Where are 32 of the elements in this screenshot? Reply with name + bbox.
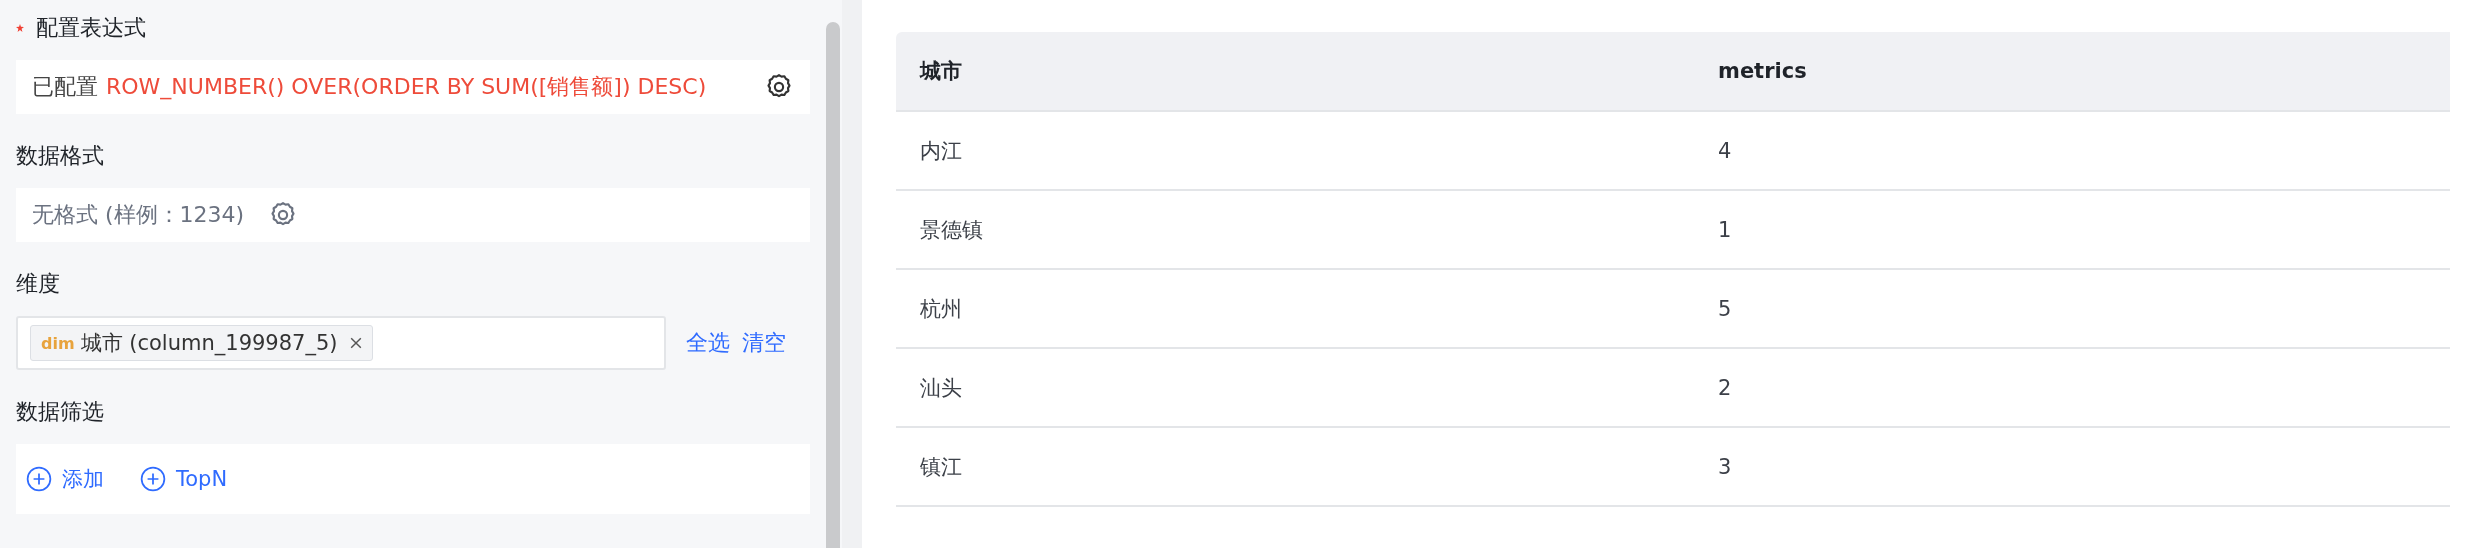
plus-circle-icon [26, 466, 52, 492]
field-label: 配置表达式 [36, 14, 146, 42]
add-button[interactable]: 添加 [26, 465, 104, 493]
status-text: 已配置 [32, 73, 98, 101]
table-cell: 5 [1718, 296, 1732, 321]
table-cell: 景德镇 [920, 217, 983, 242]
plus-circle-icon [140, 466, 166, 492]
table-cell: 镇江 [920, 454, 962, 479]
table-cell: 内江 [920, 138, 962, 163]
table-cell: 汕头 [920, 375, 962, 400]
topn-button[interactable]: TopN [140, 466, 228, 492]
column-header: 城市 [920, 59, 962, 83]
format-field[interactable]: 无格式 (样例：1234) [16, 188, 810, 242]
dimension-select[interactable]: dim 城市 (column_199987_5) [16, 316, 666, 370]
tag-text: 城市 (column_199987_5) [80, 330, 338, 357]
dim-label: dim [41, 333, 75, 353]
scrollbar-thumb[interactable] [826, 22, 840, 548]
action-link[interactable]: 清空 [742, 328, 786, 358]
table-cell: 4 [1718, 138, 1732, 163]
table-cell: 3 [1718, 454, 1732, 479]
expression-field[interactable]: 已配置 ROW_NUMBER() OVER(ORDER BY SUM([销售额]) DESC) [16, 60, 810, 114]
field-label: 维度 [16, 270, 60, 298]
table-cell: 1 [1718, 217, 1732, 242]
column-header: metrics [1718, 59, 1807, 83]
expression-text: ROW_NUMBER() OVER(ORDER BY SUM([销售额]) DESC) [106, 73, 707, 102]
format-text: 无格式 (样例：1234) [32, 201, 245, 229]
table-cell: 杭州 [920, 296, 962, 321]
table-cell: 2 [1718, 375, 1732, 400]
field-label: 数据筛选 [16, 398, 104, 426]
close-icon[interactable] [349, 337, 362, 349]
field-label: 数据格式 [16, 142, 104, 170]
action-link[interactable]: 全选 [686, 328, 730, 358]
